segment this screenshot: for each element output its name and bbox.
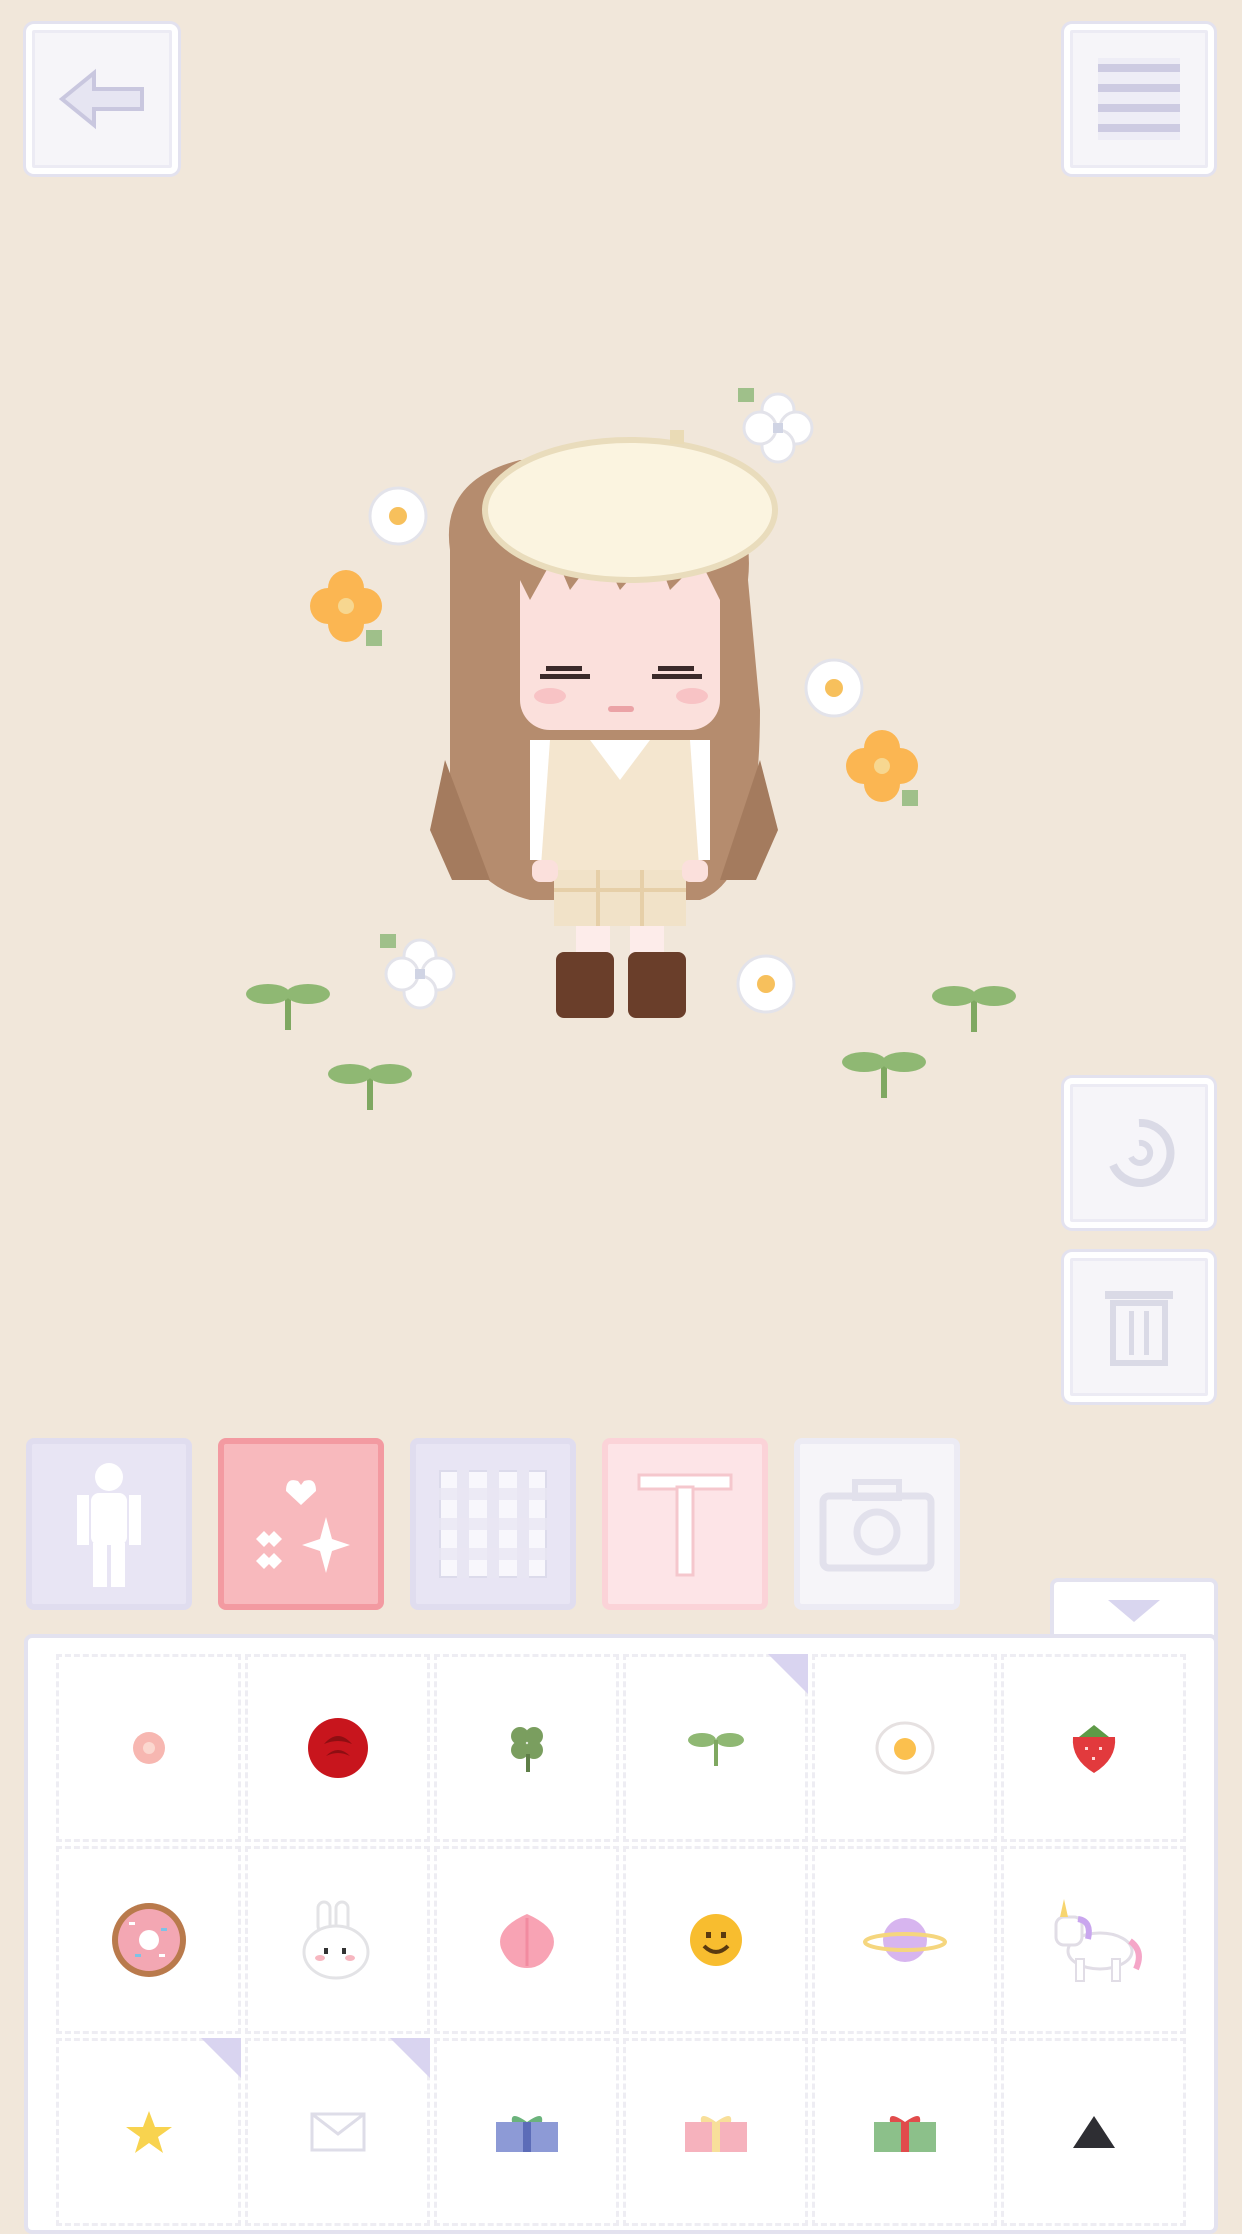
sticker-cell[interactable] [245,1846,430,2034]
sticker-cell[interactable] [1001,1654,1186,1842]
rotate-icon [1109,1118,1175,1187]
envelope-sticker [310,2112,365,2152]
green-gift-sticker [873,2116,936,2152]
black-triangle-sticker [1072,2116,1115,2148]
unicorn-sticker [1054,1899,1142,1982]
sparkle-heart-icon [256,1480,350,1573]
sticker-cell[interactable] [56,1654,241,1842]
back-arrow-icon [58,68,144,130]
sticker-cell[interactable] [623,1654,808,1842]
camera-icon [819,1479,935,1572]
panel-collapse-button[interactable] [1050,1578,1218,1640]
small-white-flower-sticker[interactable] [736,954,796,1014]
smiley-sticker [689,1914,742,1966]
sticker-cell[interactable] [812,2038,997,2226]
tab-camera[interactable] [794,1438,960,1610]
four-leaf-clover-sticker [510,1727,543,1772]
white-flower-sticker[interactable] [380,934,456,1010]
tab-avatar[interactable] [26,1438,192,1610]
delete-button[interactable] [1064,1252,1214,1402]
sticker-cell[interactable] [1001,2038,1186,2226]
sprout-sticker[interactable] [328,1064,412,1110]
peach-sticker [499,1914,554,1968]
planet-sticker [862,1918,947,1962]
orange-flower-sticker[interactable] [310,570,382,646]
scene-canvas[interactable] [200,360,1060,1140]
tab-background[interactable] [410,1438,576,1610]
sticker-cell[interactable] [56,2038,241,2226]
sticker-cell[interactable] [623,1846,808,2034]
small-white-flower-sticker[interactable] [804,658,864,718]
white-flower-sticker[interactable] [738,388,814,464]
hamburger-menu-icon [1098,58,1180,140]
sprout-sticker[interactable] [932,986,1016,1032]
sticker-cell[interactable] [245,1654,430,1842]
sprout-sticker [687,1733,744,1766]
rotate-button[interactable] [1064,1078,1214,1228]
text-t-icon [637,1473,733,1577]
menu-button[interactable] [1064,24,1214,174]
sticker-panel[interactable] [24,1634,1218,2234]
small-white-flower-sticker[interactable] [368,486,428,546]
tab-text[interactable] [602,1438,768,1610]
blue-gift-sticker [495,2116,558,2152]
red-rose-sticker [307,1718,368,1778]
back-button[interactable] [26,24,178,174]
trash-icon [1105,1291,1173,1366]
pink-gift-sticker [684,2116,747,2152]
sticker-cell[interactable] [623,2038,808,2226]
new-badge [390,2038,430,2078]
new-badge [768,1654,808,1694]
body-silhouette-icon [77,1463,141,1587]
sticker-cell[interactable] [812,1846,997,2034]
avatar-character[interactable] [430,430,778,1018]
sticker-grid [54,1652,1188,2230]
sticker-cell[interactable] [434,2038,619,2226]
sticker-cell[interactable] [1001,1846,1186,2034]
sticker-cell[interactable] [56,1846,241,2034]
sticker-cell[interactable] [812,1654,997,1842]
sticker-cell[interactable] [434,1846,619,2034]
pink-flower-sticker [132,1732,165,1764]
new-badge [201,2038,241,2078]
gingham-pattern-icon [439,1470,547,1578]
star-sticker [125,2111,172,2153]
triangle-down-icon [1108,1600,1160,1622]
sticker-cell[interactable] [434,1654,619,1842]
donut-sticker [111,1903,186,1977]
sticker-cell[interactable] [245,2038,430,2226]
fried-egg-sticker [875,1721,934,1775]
bunny-sticker [302,1900,369,1980]
orange-flower-sticker[interactable] [846,730,918,806]
sprout-sticker[interactable] [842,1052,926,1098]
sprout-sticker[interactable] [246,984,330,1030]
tab-stickers[interactable] [218,1438,384,1610]
strawberry-sticker [1072,1725,1115,1773]
